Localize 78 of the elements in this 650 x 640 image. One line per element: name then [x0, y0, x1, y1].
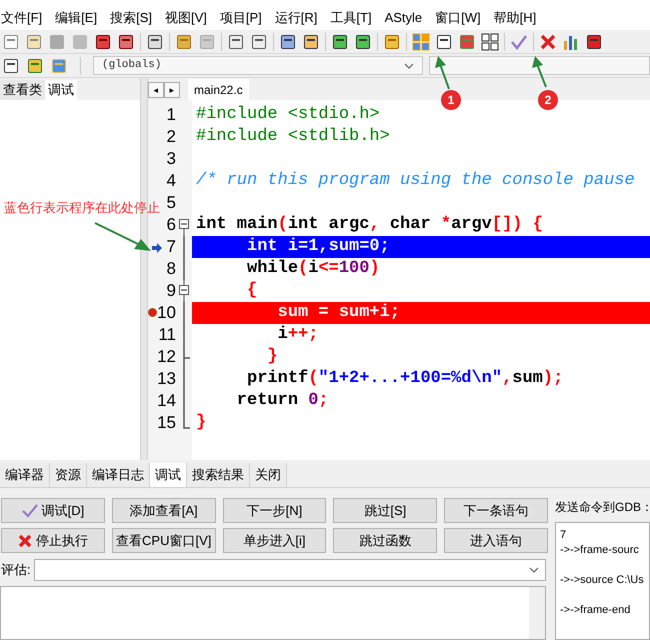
- line-number: 7: [166, 236, 176, 258]
- menu-item[interactable]: 编辑[E]: [55, 8, 98, 28]
- menu-item[interactable]: 文件[F]: [1, 8, 42, 28]
- code-line: #include <stdio.h>: [195, 104, 381, 126]
- close-icon[interactable]: [539, 32, 557, 50]
- gdb-line: ->->source C:\Us: [560, 573, 645, 587]
- code-line: printf("1+2+...+100=%d\n",sum);: [246, 368, 564, 390]
- line-number: 12: [157, 346, 176, 368]
- line-number: 10: [157, 302, 176, 324]
- code-line: int main(int argc, char *argv[]) {: [195, 214, 544, 236]
- code-line: }: [266, 346, 279, 368]
- chevron-down-icon: [404, 62, 414, 68]
- debug-button[interactable]: 查看CPU窗口[V]: [112, 528, 216, 553]
- line-number: 3: [166, 148, 176, 170]
- menu-item[interactable]: 项目[P]: [220, 8, 262, 28]
- debug-button[interactable]: 调试[D]: [1, 498, 105, 523]
- panel-tab[interactable]: 查看类: [0, 80, 45, 100]
- code-line: return 0;: [236, 390, 330, 412]
- evaluate-field[interactable]: [34, 559, 546, 581]
- code-line: }: [195, 412, 208, 434]
- line-number: 9: [166, 280, 176, 302]
- panel-tab[interactable]: 调试: [150, 463, 187, 487]
- line-number: 6: [166, 214, 176, 236]
- file-tab[interactable]: main22.c: [188, 79, 249, 100]
- line-number: 15: [157, 412, 176, 434]
- gdb-line: 7: [560, 528, 568, 542]
- chevron-down-icon: [529, 567, 539, 573]
- evaluate-label: 评估:: [1, 561, 31, 580]
- debug-button[interactable]: 单步进入[i]: [222, 528, 326, 553]
- panel-tab[interactable]: 关闭: [250, 463, 287, 487]
- tiles-icon[interactable]: [481, 32, 499, 50]
- code-line: while(i<=100): [246, 258, 381, 280]
- check-icon: [22, 504, 38, 518]
- line-number: 11: [158, 324, 176, 346]
- close-icon: [18, 534, 32, 548]
- annotation-text: 蓝色行表示程序在此处停止: [4, 199, 160, 217]
- panel-tab[interactable]: 调试: [45, 80, 77, 100]
- menu-item[interactable]: 窗口[W]: [435, 8, 481, 28]
- line-number: 1: [166, 104, 176, 126]
- tab-scroll-button[interactable]: ◂: [148, 82, 164, 98]
- line-number: 8: [166, 258, 176, 280]
- panel-tab[interactable]: 搜索结果: [187, 463, 250, 487]
- code-line: i++;: [276, 324, 320, 346]
- line-number: 13: [157, 368, 176, 390]
- gdb-label: 发送命令到GDB：: [555, 499, 650, 516]
- panel-tab[interactable]: 资源: [50, 463, 87, 487]
- gdb-line: ->->frame-end: [560, 603, 632, 617]
- scrollbar[interactable]: [529, 587, 545, 639]
- menu-item[interactable]: 帮助[H]: [494, 8, 536, 28]
- code-line: #include <stdlib.h>: [195, 126, 391, 148]
- line-number: 4: [166, 170, 176, 192]
- grid-icon[interactable]: [412, 32, 430, 50]
- check-icon[interactable]: [510, 32, 528, 50]
- panel-tab[interactable]: 编译日志: [87, 463, 150, 487]
- panel-tab[interactable]: 编译器: [0, 463, 50, 487]
- menu-item[interactable]: 视图[V]: [164, 8, 207, 28]
- line-number: 5: [166, 192, 176, 214]
- menu-item[interactable]: 工具[T]: [330, 8, 372, 28]
- line-number: 2: [166, 126, 176, 148]
- code-line: {: [246, 280, 258, 302]
- menu-item[interactable]: 搜索[S]: [110, 8, 152, 28]
- debug-button[interactable]: 跳过函数: [333, 528, 438, 553]
- scope-dropdown[interactable]: (globals): [93, 56, 423, 75]
- annotation-arrow: [94, 222, 152, 252]
- menu-item[interactable]: AStyle: [384, 8, 422, 28]
- debug-button[interactable]: 跳过[S]: [333, 498, 438, 523]
- debug-button[interactable]: 下一条语句: [444, 498, 548, 523]
- menu-item[interactable]: 运行[R]: [274, 8, 318, 28]
- code-line: /* run this program using the console pause: [195, 170, 636, 192]
- fold-toggle-icon[interactable]: [178, 280, 190, 302]
- tab-scroll-button[interactable]: ▸: [164, 82, 180, 98]
- debug-button[interactable]: 添加查看[A]: [112, 498, 216, 523]
- function-dropdown[interactable]: [429, 56, 650, 75]
- gdb-line: ->->frame-sourc: [560, 543, 640, 557]
- line-number: 14: [157, 390, 176, 412]
- debug-button[interactable]: 进入语句: [444, 528, 548, 553]
- debug-button[interactable]: 停止执行: [1, 528, 105, 553]
- debug-button[interactable]: 下一步[N]: [222, 498, 326, 523]
